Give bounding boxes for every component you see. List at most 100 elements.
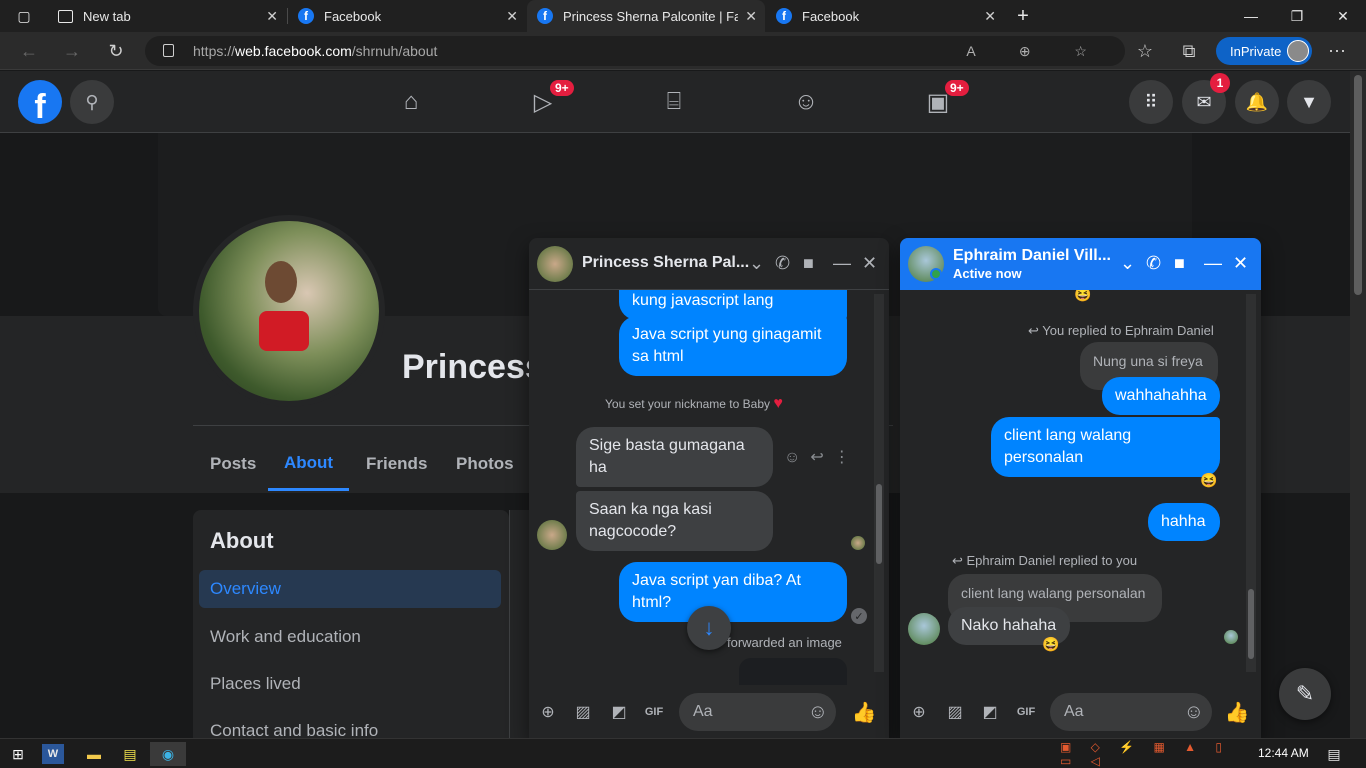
forward-arrow-icon[interactable]: → xyxy=(57,36,87,66)
close-chat-icon[interactable]: ✕ xyxy=(862,253,877,274)
message-outgoing[interactable]: client lang walang personalan xyxy=(991,417,1220,477)
back-arrow-icon[interactable]: ← xyxy=(14,36,44,66)
attach-photo-icon[interactable]: ▨ xyxy=(572,701,594,723)
sticker-icon[interactable]: ◩ xyxy=(608,701,630,723)
like-thumb-icon[interactable]: 👍 xyxy=(1225,701,1250,724)
message-outgoing[interactable]: Java script yung ginagamit sa html xyxy=(619,316,847,376)
system-text: You replied to Ephraim Daniel xyxy=(1042,323,1214,338)
phone-call-icon[interactable]: ✆ xyxy=(1146,253,1161,274)
windows-start-icon[interactable]: ⊞ xyxy=(4,742,32,766)
close-tab-icon[interactable]: ✕ xyxy=(266,8,278,25)
close-tab-icon[interactable]: ✕ xyxy=(984,8,996,25)
forwarded-image-preview[interactable] xyxy=(739,658,847,685)
chat-contact-name[interactable]: Ephraim Daniel Vill... xyxy=(953,247,1111,265)
about-sidebar: About Overview Work and education Places… xyxy=(193,510,509,750)
message-input[interactable]: Aa ☺ xyxy=(679,693,836,731)
tab-friends[interactable]: Friends xyxy=(350,437,443,491)
phone-call-icon[interactable]: ✆ xyxy=(775,253,790,274)
emoji-icon[interactable]: ☺ xyxy=(1184,701,1204,724)
collections-icon[interactable]: ⧉ xyxy=(1174,36,1204,66)
minimize-chat-icon[interactable]: — xyxy=(1204,253,1222,274)
favorites-icon[interactable]: ☆ xyxy=(1130,36,1160,66)
message-outgoing[interactable]: Java script yan diba? At html? xyxy=(619,562,847,622)
chevron-down-icon[interactable]: ⌄ xyxy=(1120,253,1135,274)
word-app-icon[interactable]: W xyxy=(42,744,64,764)
marketplace-icon[interactable]: ⌸ xyxy=(654,83,694,121)
active-status-text: Active now xyxy=(953,266,1022,281)
facebook-favicon-icon: f xyxy=(537,8,553,24)
reaction-emoji-icon: 😆 xyxy=(1042,636,1060,652)
about-item-places-lived[interactable]: Places lived xyxy=(199,665,501,703)
facebook-favicon-icon: f xyxy=(298,8,314,24)
message-actions-icons[interactable]: ☺↩⋮ xyxy=(784,447,860,467)
tab-posts[interactable]: Posts xyxy=(194,437,272,491)
windows-taskbar: ⊞ W ▬ ▤ ◉ ▣ ◇ ⚡ ▦ ▲ ▯ ▭ ◁ 12:44 AM ▤ xyxy=(0,738,1366,768)
chat-window-princess: Princess Sherna Pal... ⌄ ✆ ■ — ✕ kung ja… xyxy=(529,238,889,738)
gif-icon[interactable]: GIF xyxy=(1015,701,1037,723)
address-actions-icons[interactable]: A ⊕ ☆ xyxy=(966,43,1107,60)
menu-grid-icon[interactable]: ⠿ xyxy=(1129,80,1173,124)
notifications-bell-icon[interactable]: 🔔 xyxy=(1235,80,1279,124)
minimize-window-icon[interactable]: — xyxy=(1228,0,1274,32)
emoji-icon[interactable]: ☺ xyxy=(808,701,828,724)
video-call-icon[interactable]: ■ xyxy=(1174,253,1185,274)
notification-center-icon[interactable]: ▤ xyxy=(1320,742,1348,766)
message-outgoing[interactable]: wahhahahha xyxy=(1102,377,1220,415)
search-icon[interactable]: ⚲ xyxy=(70,80,114,124)
tab-facebook-2[interactable]: f Facebook ✕ xyxy=(766,0,1004,32)
tab-actions-icon[interactable]: ▢ xyxy=(0,0,48,32)
new-tab-plus-icon[interactable]: + xyxy=(1000,0,1046,32)
gif-icon[interactable]: GIF xyxy=(643,701,665,723)
system-tray-icons[interactable]: ▣ ◇ ⚡ ▦ ▲ ▯ ▭ ◁ xyxy=(1060,740,1230,768)
groups-icon[interactable]: ☺ xyxy=(786,83,826,121)
message-incoming[interactable]: Sige basta gumagana ha xyxy=(576,427,773,487)
watch-badge: 9+ xyxy=(550,80,574,96)
taskbar-clock[interactable]: 12:44 AM xyxy=(1258,746,1309,760)
attach-photo-icon[interactable]: ▨ xyxy=(944,701,966,723)
edge-browser-icon[interactable]: ◉ xyxy=(150,742,186,766)
close-tab-icon[interactable]: ✕ xyxy=(745,8,757,25)
about-item-work-education[interactable]: Work and education xyxy=(199,618,501,656)
file-explorer-icon[interactable]: ▬ xyxy=(80,742,108,766)
add-plus-icon[interactable]: ⊕ xyxy=(908,701,930,723)
minimize-chat-icon[interactable]: — xyxy=(833,253,851,274)
settings-more-icon[interactable]: ⋯ xyxy=(1322,36,1352,66)
tab-about[interactable]: About xyxy=(268,437,349,491)
facebook-header: f ⚲ ⌂ ▷ 9+ ⌸ ☺ ▣ 9+ ⠿ ✉ 1 🔔 ▼ xyxy=(0,71,1350,133)
facebook-logo-icon[interactable]: f xyxy=(18,80,62,124)
tab-photos[interactable]: Photos xyxy=(440,437,530,491)
chat-scrollbar[interactable] xyxy=(1246,294,1256,672)
notepad-icon[interactable]: ▤ xyxy=(116,742,144,766)
browser-toolbar: ← → ↻ https://web.facebook.com/shrnuh/ab… xyxy=(0,32,1366,70)
system-message-forwarded: forwarded an image xyxy=(727,635,842,650)
tab-new-tab[interactable]: New tab ✕ xyxy=(48,0,286,32)
tab-facebook-1[interactable]: f Facebook ✕ xyxy=(288,0,526,32)
message-incoming[interactable]: Saan ka nga kasi nagcocode? xyxy=(576,491,773,551)
message-outgoing[interactable]: hahha xyxy=(1148,503,1220,541)
sticker-icon[interactable]: ◩ xyxy=(979,701,1001,723)
like-thumb-icon[interactable]: 👍 xyxy=(852,701,877,724)
scroll-to-bottom-arrow-icon[interactable]: ↓ xyxy=(687,606,731,650)
close-chat-icon[interactable]: ✕ xyxy=(1233,253,1248,274)
tab-princess-profile[interactable]: f Princess Sherna Palconite | Faceb ✕ xyxy=(527,0,765,32)
chat-scrollbar[interactable] xyxy=(874,294,884,672)
page-scrollbar[interactable] xyxy=(1350,71,1366,738)
message-input[interactable]: Aa ☺ xyxy=(1050,693,1212,731)
chevron-down-icon[interactable]: ⌄ xyxy=(749,253,764,274)
maximize-window-icon[interactable]: ❐ xyxy=(1274,0,1320,32)
about-item-overview[interactable]: Overview xyxy=(199,570,501,608)
inprivate-button[interactable]: InPrivate xyxy=(1216,37,1312,65)
refresh-icon[interactable]: ↻ xyxy=(101,36,131,66)
new-message-compose-icon[interactable]: ✎ xyxy=(1279,668,1331,720)
address-bar[interactable]: https://web.facebook.com/shrnuh/about A … xyxy=(145,36,1125,66)
video-call-icon[interactable]: ■ xyxy=(803,253,814,274)
chat-contact-name[interactable]: Princess Sherna Pal... xyxy=(582,254,749,272)
profile-picture[interactable] xyxy=(193,215,385,407)
account-dropdown-icon[interactable]: ▼ xyxy=(1287,80,1331,124)
close-tab-icon[interactable]: ✕ xyxy=(506,8,518,25)
chat-header[interactable]: Princess Sherna Pal... ⌄ ✆ ■ — ✕ xyxy=(529,238,889,290)
add-plus-icon[interactable]: ⊕ xyxy=(537,701,559,723)
chat-header[interactable]: Ephraim Daniel Vill... Active now ⌄ ✆ ■ … xyxy=(900,238,1261,290)
home-icon[interactable]: ⌂ xyxy=(391,83,431,121)
close-window-icon[interactable]: ✕ xyxy=(1320,0,1366,32)
